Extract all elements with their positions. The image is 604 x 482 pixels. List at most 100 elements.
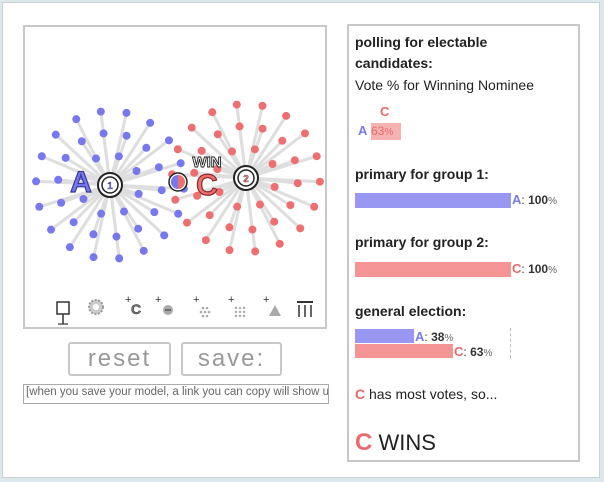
winner-voter-icon <box>168 172 188 192</box>
add-dots-icon[interactable]: + <box>193 294 211 318</box>
simulation-canvas[interactable]: A 1 C WIN 2 + C + + + + <box>23 25 327 329</box>
winner-line: C WINS <box>355 429 436 456</box>
group-1-voter-dot <box>37 152 46 161</box>
columns-icon[interactable] <box>297 301 313 317</box>
group-1-voter-dot <box>69 218 78 227</box>
group-1-voter-dot <box>77 137 86 146</box>
svg-text:+: + <box>193 294 199 306</box>
add-voter-group-icon[interactable]: + <box>155 294 173 315</box>
primary2-title: primary for group 2: <box>355 234 489 250</box>
group-2-voter-dot <box>255 200 264 209</box>
group-2-voter-dot <box>312 152 321 161</box>
group-2-voter-dot <box>282 111 291 120</box>
group-2-voter-dot <box>201 236 210 245</box>
group-2-voter-dot <box>270 182 279 191</box>
group-1-voter-dot <box>157 186 166 195</box>
group-2-voter-dot <box>310 202 319 211</box>
candidate-a[interactable]: A <box>70 165 93 199</box>
primary1-bar <box>355 193 511 208</box>
group-1-voter-dot <box>115 254 124 263</box>
candidate-c[interactable]: C <box>196 168 219 202</box>
group-2-voter-dot <box>225 246 234 255</box>
svg-text:+: + <box>263 294 269 306</box>
group-1-voter-dot <box>89 230 98 239</box>
group-1-voter-dot <box>164 136 173 145</box>
group-1-voter-dot <box>122 131 131 140</box>
group-1-voter-dot <box>134 189 143 198</box>
group-2-voter-dot <box>290 156 299 165</box>
group-2-voter-dot <box>208 108 217 117</box>
polling-value: 63 <box>371 124 385 138</box>
group-1-voter-dot <box>154 163 163 172</box>
group-1-voter-dot <box>114 152 123 161</box>
svg-text:C: C <box>131 301 141 317</box>
reset-button[interactable]: reset <box>68 342 171 376</box>
group-1-voter-dot <box>51 130 60 139</box>
general-title: general election: <box>355 303 467 319</box>
group-2-voter-dot <box>248 225 257 234</box>
group-2-voter-dot <box>213 130 222 139</box>
group-2-voter-dot <box>293 179 302 188</box>
primary2-label: C: 100% <box>512 261 558 276</box>
group-1-voter-dot <box>146 118 155 127</box>
group-2-voter-dot <box>286 201 295 210</box>
polling-title: polling for electable candidates: <box>355 34 488 71</box>
group-1-voter-dot <box>61 153 70 162</box>
group-2-voter-dot <box>300 129 309 138</box>
group-2-voter-dot <box>270 217 279 226</box>
general-c-label: C: 63% <box>454 344 493 359</box>
general-a-label: A: 38% <box>415 329 454 344</box>
voter-group-2-marker[interactable]: 2 <box>233 165 259 191</box>
gear-icon[interactable] <box>88 299 104 315</box>
group-1-voter-dot <box>65 243 74 252</box>
group-2-voter-dot <box>187 123 196 132</box>
primary2-bar <box>355 262 511 277</box>
polling-top-letter: C <box>380 104 390 119</box>
svg-text:+: + <box>155 294 161 306</box>
group-1-voter-dot <box>132 167 141 176</box>
polling-a-letter: A <box>358 123 368 138</box>
group-2-voter-dot <box>183 218 192 227</box>
save-button[interactable]: save: <box>181 342 282 376</box>
most-votes-line: C has most votes, so... <box>355 386 498 402</box>
group-1-voter-dot <box>139 246 148 255</box>
polling-unit: % <box>384 127 394 138</box>
group-1-voter-dot <box>150 208 159 217</box>
general-a-bar <box>355 329 414 343</box>
add-triangle-icon[interactable]: + <box>263 294 281 316</box>
general-majority-line <box>510 328 511 358</box>
add-grid-icon[interactable]: + <box>228 294 246 318</box>
voter-icon[interactable] <box>56 301 70 325</box>
group-1-voter-dot <box>97 209 106 218</box>
group-2-voter-dot <box>296 224 305 233</box>
add-candidate-icon[interactable]: + C <box>125 294 141 317</box>
general-c-bar <box>355 344 453 358</box>
group-1-voter-dot <box>96 107 105 116</box>
save-link-field[interactable]: [when you save your model, a link you ca… <box>23 384 329 404</box>
group-1-voter-dot <box>122 108 131 117</box>
group-2-voter-dot <box>225 223 234 232</box>
group-2-voter-dot <box>278 136 287 145</box>
group-2-voter-dot <box>251 247 260 256</box>
group-2-voter-dot <box>275 239 284 248</box>
group-2-voter-dot <box>173 145 182 154</box>
group-1-voter-dot <box>72 115 81 124</box>
group-1-voter-dot <box>134 224 143 233</box>
marker-1-label: 1 <box>107 181 113 192</box>
simulation-svg[interactable]: A 1 C WIN 2 + C + + + + <box>25 27 325 327</box>
group-1-voter-dot <box>176 159 185 168</box>
group-2-voter-dot <box>171 195 180 204</box>
win-label: WIN <box>192 154 221 171</box>
group-1-voter-dot <box>32 177 41 186</box>
group-2-voter-dot <box>205 211 214 220</box>
polling-result: 63% <box>371 123 401 140</box>
group-1-voter-dot <box>54 175 63 184</box>
group-1-voter-dot <box>47 225 56 234</box>
group-1-voter-dot <box>119 207 128 216</box>
group-2-voter-dot <box>250 145 259 154</box>
group-1-voter-dot <box>57 198 66 207</box>
group-2-voter-dot <box>232 100 241 109</box>
group-2-voter-dot <box>235 122 244 131</box>
voter-group-1-marker[interactable]: 1 <box>97 172 123 198</box>
group-2-voter-dot <box>233 202 242 211</box>
